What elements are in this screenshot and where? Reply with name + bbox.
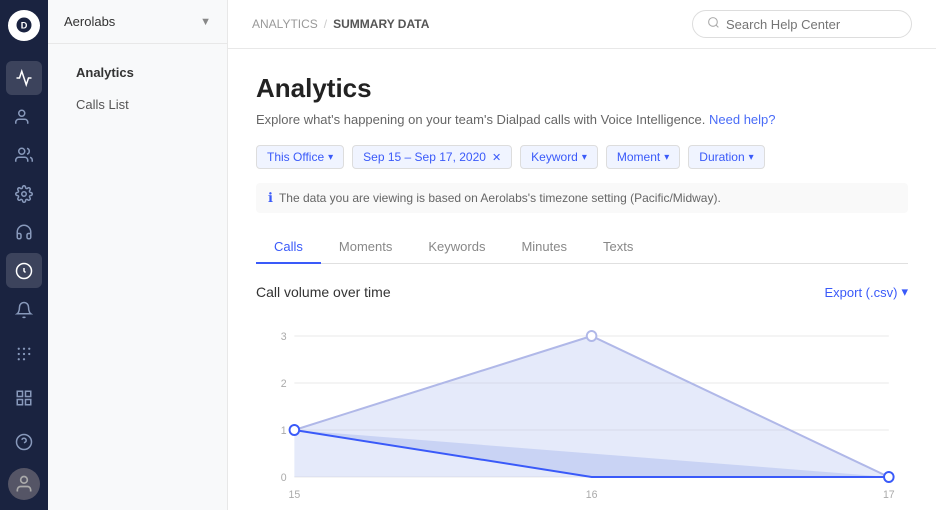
org-selector[interactable]: Aerolabs ▼ [48, 0, 227, 44]
breadcrumb: ANALYTICS / SUMMARY DATA [252, 17, 429, 31]
filter-duration[interactable]: Duration ▾ [688, 145, 764, 169]
breadcrumb-parent: ANALYTICS [252, 17, 318, 31]
svg-text:1: 1 [281, 425, 287, 437]
svg-text:15: 15 [288, 489, 300, 501]
tabs: Calls Moments Keywords Minutes Texts [256, 231, 908, 264]
export-arrow-icon: ▾ [901, 284, 908, 300]
team-nav-icon[interactable] [6, 138, 42, 173]
svg-text:D: D [21, 21, 28, 31]
chart-container: 3 2 1 0 15 [256, 316, 908, 510]
filter-this-office[interactable]: This Office ▾ [256, 145, 344, 169]
org-dropdown-arrow: ▼ [200, 16, 211, 28]
export-button[interactable]: Export (.csv) ▾ [825, 284, 909, 300]
apps-nav-icon[interactable] [6, 380, 42, 416]
tab-texts[interactable]: Texts [585, 231, 651, 264]
filter-keyword[interactable]: Keyword ▾ [520, 145, 598, 169]
svg-text:0: 0 [281, 472, 287, 484]
chart-title: Call volume over time [256, 284, 391, 300]
data-point-15-total [290, 425, 300, 435]
svg-text:3: 3 [281, 331, 287, 343]
settings-nav-icon[interactable] [6, 176, 42, 211]
page-title: Analytics [256, 73, 908, 104]
tab-calls[interactable]: Calls [256, 231, 321, 264]
sidebar-item-calls-list[interactable]: Calls List [56, 89, 219, 120]
data-point-16-total [587, 331, 597, 341]
help-nav-icon[interactable] [6, 424, 42, 460]
page-body: Analytics Explore what's happening on yo… [228, 49, 936, 510]
tab-keywords[interactable]: Keywords [410, 231, 503, 264]
filter-duration-arrow-icon: ▾ [749, 152, 754, 163]
analytics-nav-icon[interactable] [6, 61, 42, 96]
filter-moment[interactable]: Moment ▾ [606, 145, 680, 169]
svg-text:2: 2 [281, 378, 287, 390]
info-icon: ℹ [268, 190, 273, 206]
page-subtitle: Explore what's happening on your team's … [256, 112, 908, 127]
tab-minutes[interactable]: Minutes [503, 231, 585, 264]
info-bar: ℹ The data you are viewing is based on A… [256, 183, 908, 213]
search-icon [707, 16, 720, 32]
dialpad-nav-icon[interactable] [6, 336, 42, 372]
info-text: The data you are viewing is based on Aer… [279, 191, 721, 205]
sidebar-menu: Analytics Calls List [48, 44, 227, 133]
chart-svg: 3 2 1 0 15 [256, 316, 908, 510]
filter-moment-arrow-icon: ▾ [664, 152, 669, 163]
nav-bar: D [0, 0, 48, 510]
bell-nav-icon[interactable] [6, 292, 42, 328]
org-name: Aerolabs [64, 14, 115, 29]
search-input[interactable] [726, 17, 897, 32]
tab-moments[interactable]: Moments [321, 231, 410, 264]
sidebar-item-analytics[interactable]: Analytics [56, 57, 219, 88]
filter-date-range[interactable]: Sep 15 – Sep 17, 2020 ✕ [352, 145, 512, 169]
filter-arrow-icon: ▾ [328, 152, 333, 163]
user-avatar[interactable] [8, 468, 40, 500]
filters-bar: This Office ▾ Sep 15 – Sep 17, 2020 ✕ Ke… [256, 145, 908, 169]
headset-nav-icon[interactable] [6, 215, 42, 250]
chart-header: Call volume over time Export (.csv) ▾ [256, 284, 908, 300]
sidebar: Aerolabs ▼ Analytics Calls List [48, 0, 228, 510]
breadcrumb-separator: / [324, 17, 327, 31]
svg-text:16: 16 [586, 489, 598, 501]
svg-text:17: 17 [883, 489, 895, 501]
breadcrumb-current: SUMMARY DATA [333, 17, 429, 31]
breadcrumb-bar: ANALYTICS / SUMMARY DATA [228, 0, 936, 49]
app-logo[interactable]: D [8, 10, 40, 41]
chart-section: Call volume over time Export (.csv) ▾ 3 … [256, 284, 908, 510]
data-point-17-total [884, 472, 894, 482]
main-content: ANALYTICS / SUMMARY DATA Analytics Explo… [228, 0, 936, 510]
chart-nav-icon[interactable] [6, 253, 42, 288]
filter-remove-icon[interactable]: ✕ [492, 151, 501, 164]
search-box[interactable] [692, 10, 912, 38]
contacts-nav-icon[interactable] [6, 99, 42, 134]
help-link[interactable]: Need help? [709, 112, 776, 127]
filter-keyword-arrow-icon: ▾ [582, 152, 587, 163]
